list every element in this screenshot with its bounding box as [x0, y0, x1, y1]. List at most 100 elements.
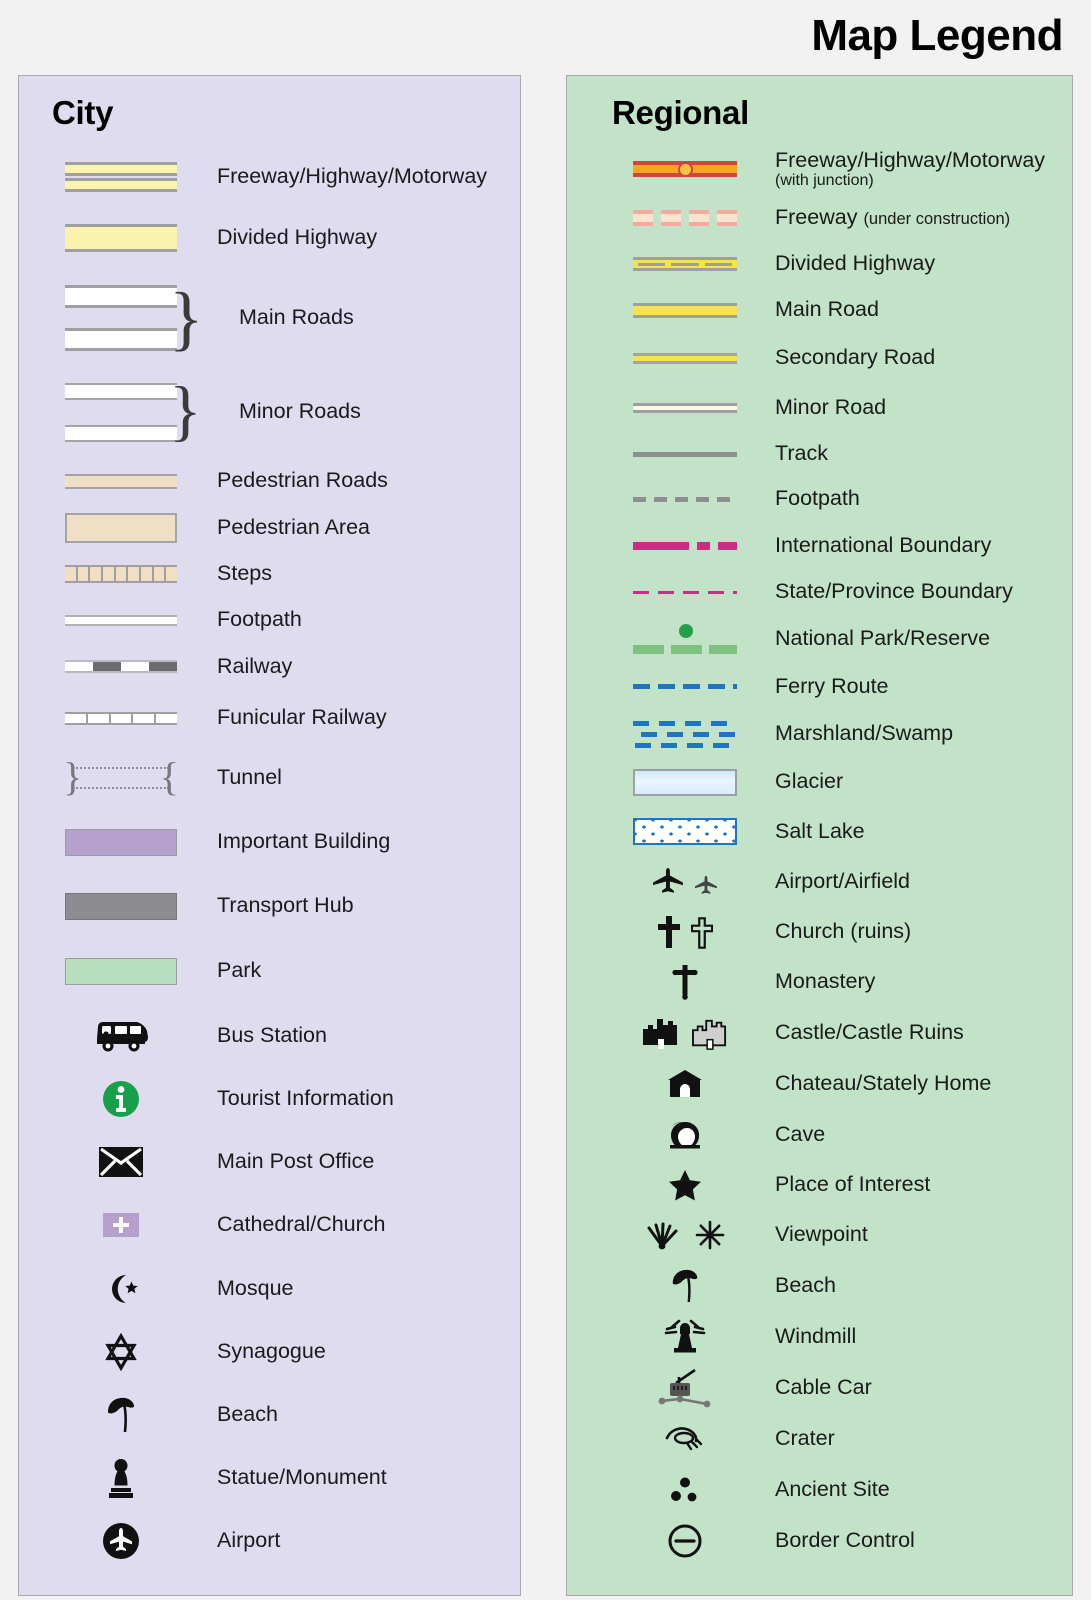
legend-row-city-bus-station[interactable]: Bus Station — [19, 1004, 520, 1067]
legend-label-main: Freeway — [775, 204, 858, 229]
city-tunnel-symbol: } { — [63, 754, 179, 799]
legend-row-city-divided-highway[interactable]: Divided Highway — [19, 206, 520, 270]
regional-track-symbol — [615, 451, 755, 457]
regional-panel-heading: Regional — [612, 94, 749, 131]
legend-row-regional-track[interactable]: Track — [567, 432, 1072, 476]
city-park-symbol — [47, 957, 195, 985]
legend-row-regional-secondary-road[interactable]: Secondary Road — [567, 333, 1072, 383]
star-and-crescent-icon — [47, 1271, 195, 1307]
legend-row-city-pedestrian-roads[interactable]: Pedestrian Roads — [19, 458, 520, 504]
legend-row-city-synagogue[interactable]: Synagogue — [19, 1320, 520, 1383]
legend-row-city-minor-roads[interactable]: } Minor Roads — [19, 366, 520, 458]
legend-row-city-freeway[interactable]: Freeway/Highway/Motorway — [19, 148, 520, 206]
legend-row-regional-place-of-interest[interactable]: Place of Interest — [567, 1160, 1072, 1210]
legend-row-city-footpath[interactable]: Footpath — [19, 597, 520, 643]
legend-row-regional-cable-car[interactable]: Cable Car — [567, 1362, 1072, 1413]
city-panel-heading: City — [52, 94, 114, 131]
legend-row-regional-salt-lake[interactable]: Salt Lake — [567, 806, 1072, 857]
legend-row-regional-glacier[interactable]: Glacier — [567, 758, 1072, 806]
legend-label: Beach — [775, 1272, 836, 1297]
regional-secondary-road-symbol — [615, 352, 755, 364]
legend-label: Ancient Site — [775, 1476, 890, 1501]
information-icon — [47, 1079, 195, 1119]
legend-label: Minor Roads — [239, 399, 361, 424]
legend-label: International Boundary — [775, 532, 992, 557]
city-transport-hub-symbol — [47, 892, 195, 920]
church-chip-icon — [47, 1213, 195, 1237]
city-footpath-symbol — [47, 614, 195, 626]
regional-freeway-junction-symbol — [615, 161, 755, 177]
legend-row-regional-national-park[interactable]: National Park/Reserve — [567, 615, 1072, 663]
legend-row-regional-marshland[interactable]: Marshland/Swamp — [567, 710, 1072, 758]
castle-pair-icon — [615, 1015, 755, 1051]
legend-label: Tunnel — [217, 765, 282, 790]
legend-label: Freeway/Highway/Motorway (with junction) — [775, 147, 1046, 189]
legend-row-city-tourist-information[interactable]: Tourist Information — [19, 1067, 520, 1130]
legend-label: Freeway/Highway/Motorway — [217, 164, 488, 189]
regional-freeway-under-construction-symbol — [615, 209, 755, 226]
legend-row-regional-chateau[interactable]: Chateau/Stately Home — [567, 1058, 1072, 1109]
legend-label: Freeway (under construction) — [775, 204, 1010, 230]
legend-row-regional-viewpoint[interactable]: Viewpoint — [567, 1210, 1072, 1260]
legend-row-city-pedestrian-area[interactable]: Pedestrian Area — [19, 504, 520, 551]
legend-label: Footpath — [775, 486, 860, 511]
legend-row-regional-freeway[interactable]: Freeway/Highway/Motorway (with junction) — [567, 144, 1072, 194]
star-of-david-icon — [47, 1332, 195, 1371]
legend-row-city-main-roads[interactable]: } Main Roads — [19, 270, 520, 366]
legend-row-regional-castle[interactable]: Castle/Castle Ruins — [567, 1007, 1072, 1058]
regional-divided-highway-symbol — [615, 257, 755, 271]
legend-row-city-railway[interactable]: Railway — [19, 643, 520, 690]
legend-label: Marshland/Swamp — [775, 721, 954, 746]
legend-row-regional-airport[interactable]: Airport/Airfield — [567, 857, 1072, 907]
legend-label: Airport — [217, 1527, 281, 1552]
legend-label: Cathedral/Church — [217, 1212, 386, 1237]
legend-label-main: Freeway/Highway/Motorway — [775, 147, 1046, 172]
legend-row-regional-beach[interactable]: Beach — [567, 1260, 1072, 1311]
legend-row-regional-international-boundary[interactable]: International Boundary — [567, 522, 1072, 569]
legend-label: Main Post Office — [217, 1148, 375, 1173]
viewpoint-pair-icon — [615, 1220, 755, 1250]
legend-row-city-park[interactable]: Park — [19, 938, 520, 1004]
legend-label: Footpath — [217, 607, 302, 632]
legend-row-regional-footpath[interactable]: Footpath — [567, 476, 1072, 522]
legend-row-regional-windmill[interactable]: Windmill — [567, 1311, 1072, 1362]
regional-glacier-symbol — [615, 768, 755, 796]
legend-row-regional-monastery[interactable]: Monastery — [567, 957, 1072, 1007]
regional-minor-road-symbol — [615, 402, 755, 413]
legend-row-city-statue-monument[interactable]: Statue/Monument — [19, 1446, 520, 1509]
legend-label: National Park/Reserve — [775, 626, 991, 651]
legend-row-city-cathedral-church[interactable]: Cathedral/Church — [19, 1193, 520, 1257]
orthodox-cross-icon — [615, 963, 755, 1001]
legend-row-regional-cave[interactable]: Cave — [567, 1109, 1072, 1160]
regional-state-boundary-symbol — [615, 590, 755, 594]
legend-row-city-transport-hub[interactable]: Transport Hub — [19, 874, 520, 938]
ancient-site-icon — [615, 1476, 755, 1504]
legend-row-city-funicular-railway[interactable]: Funicular Railway — [19, 690, 520, 746]
legend-label: Main Roads — [239, 305, 354, 330]
legend-row-regional-border-control[interactable]: Border Control — [567, 1515, 1072, 1566]
legend-row-regional-state-boundary[interactable]: State/Province Boundary — [567, 569, 1072, 615]
legend-row-regional-crater[interactable]: Crater — [567, 1413, 1072, 1464]
legend-row-regional-main-road[interactable]: Main Road — [567, 287, 1072, 333]
legend-row-regional-ancient-site[interactable]: Ancient Site — [567, 1464, 1072, 1515]
legend-label: Beach — [217, 1401, 278, 1426]
legend-label: Crater — [775, 1425, 835, 1450]
regional-marshland-symbol — [615, 719, 755, 749]
legend-row-city-tunnel[interactable]: } { Tunnel — [19, 746, 520, 810]
legend-row-city-mosque[interactable]: Mosque — [19, 1257, 520, 1320]
legend-row-regional-church-ruins[interactable]: Church (ruins) — [567, 907, 1072, 957]
legend-row-regional-freeway-under-construction[interactable]: Freeway (under construction) — [567, 194, 1072, 241]
legend-row-regional-divided-highway[interactable]: Divided Highway — [567, 241, 1072, 287]
legend-label: Transport Hub — [217, 893, 354, 918]
legend-row-city-beach[interactable]: Beach — [19, 1383, 520, 1446]
legend-row-city-steps[interactable]: Steps — [19, 551, 520, 597]
legend-label: Track — [775, 441, 828, 466]
legend-label: Secondary Road — [775, 345, 936, 370]
legend-row-regional-ferry-route[interactable]: Ferry Route — [567, 663, 1072, 710]
chateau-icon — [615, 1068, 755, 1100]
legend-row-city-airport[interactable]: Airport — [19, 1509, 520, 1572]
legend-row-city-important-building[interactable]: Important Building — [19, 810, 520, 874]
legend-label: Park — [217, 958, 262, 983]
legend-row-city-main-post-office[interactable]: Main Post Office — [19, 1130, 520, 1193]
legend-row-regional-minor-road[interactable]: Minor Road — [567, 383, 1072, 432]
